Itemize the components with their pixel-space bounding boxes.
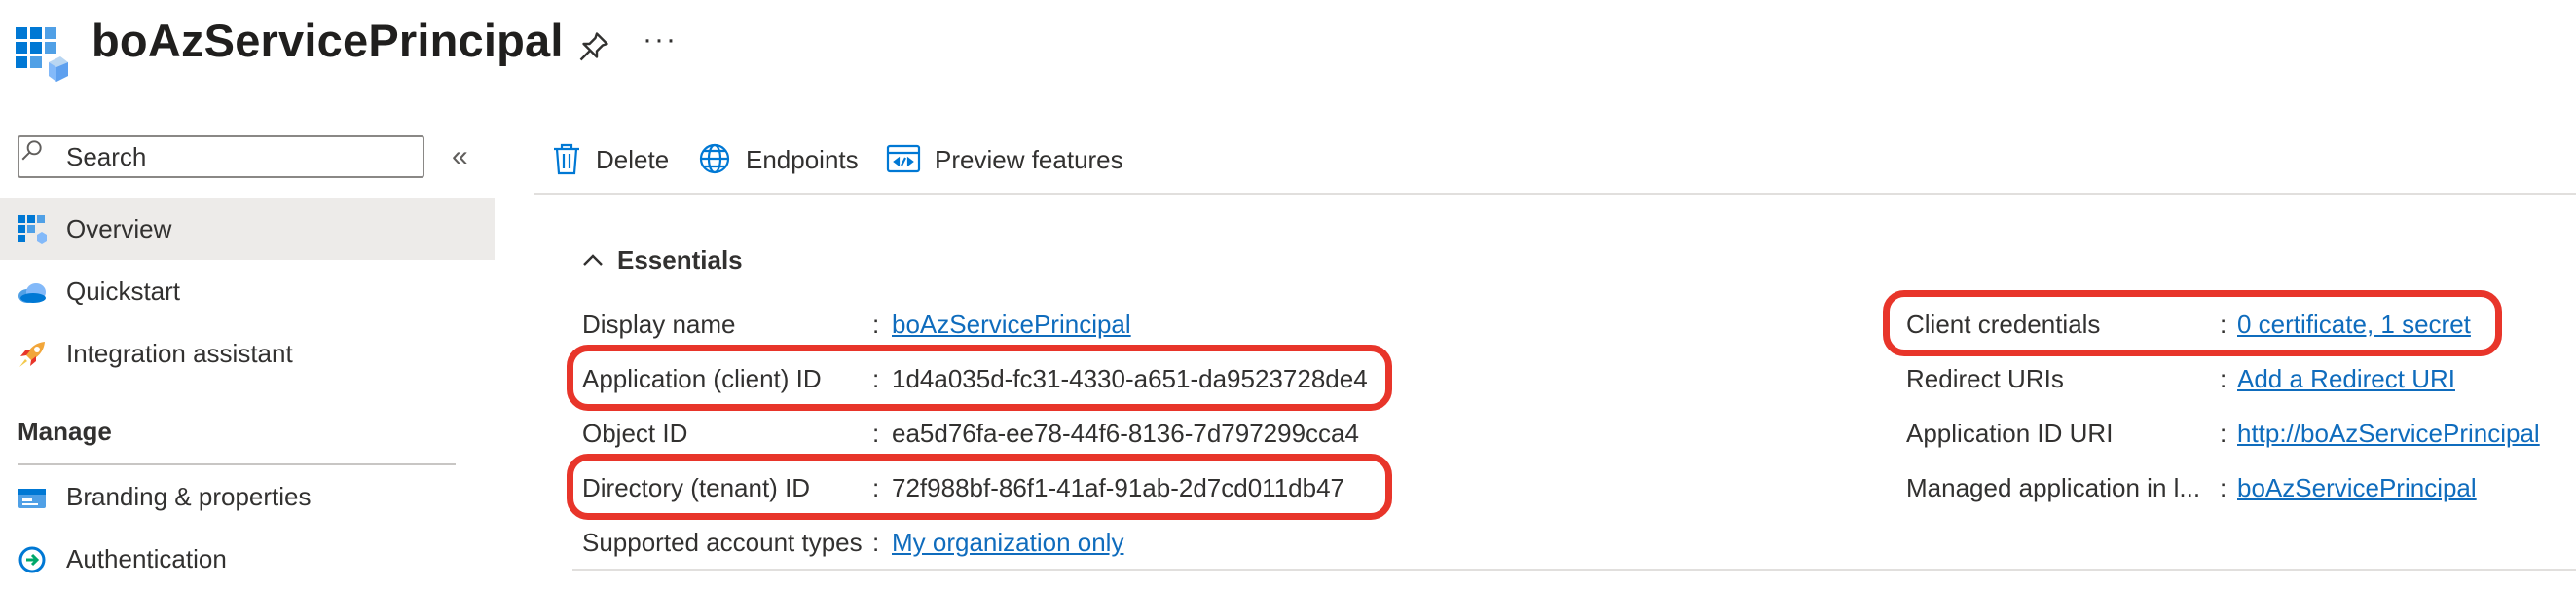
preview-features-button[interactable]: Preview features xyxy=(886,135,1129,184)
supported-account-types-label: Supported account types xyxy=(582,528,863,557)
colon: : xyxy=(2220,364,2227,393)
sidebar-item-branding-properties[interactable]: Branding & properties xyxy=(0,465,495,528)
colon: : xyxy=(872,528,880,557)
delete-label: Delete xyxy=(596,145,670,174)
colon: : xyxy=(872,419,880,448)
sidebar-item-authentication[interactable]: Authentication xyxy=(0,528,495,590)
search-box[interactable] xyxy=(18,135,424,178)
display-name-label: Display name xyxy=(582,310,736,339)
preview-features-icon xyxy=(886,144,921,173)
authentication-icon xyxy=(18,546,46,573)
application-id-uri-label: Application ID URI xyxy=(1906,419,2114,448)
colon: : xyxy=(2220,419,2227,448)
preview-features-label: Preview features xyxy=(935,145,1123,174)
cloud-icon xyxy=(18,283,46,303)
display-name-link[interactable]: boAzServicePrincipal xyxy=(892,310,1131,340)
colon: : xyxy=(872,310,880,339)
globe-icon xyxy=(699,143,730,174)
sidebar-item-overview[interactable]: Overview xyxy=(0,198,495,260)
sidebar-item-label: Integration assistant xyxy=(66,339,293,368)
sidebar-item-label: Authentication xyxy=(66,544,227,573)
rocket-icon xyxy=(19,342,45,367)
object-id-value: ea5d76fa-ee78-44f6-8136-7d797299cca4 xyxy=(892,419,1359,448)
endpoints-button[interactable]: Endpoints xyxy=(697,135,863,184)
trash-icon xyxy=(554,143,579,175)
sidebar-item-label: Branding & properties xyxy=(66,482,312,511)
manage-section-heading: Manage xyxy=(18,417,112,446)
colon: : xyxy=(2220,473,2227,502)
essentials-heading: Essentials xyxy=(617,245,743,275)
toolbar-divider xyxy=(534,193,2576,195)
sidebar-item-integration-assistant[interactable]: Integration assistant xyxy=(0,322,495,385)
sidebar-item-label: Overview xyxy=(66,214,172,243)
essentials-toggle[interactable]: Essentials xyxy=(582,243,777,278)
redirect-uris-label: Redirect URIs xyxy=(1906,364,2064,393)
supported-account-types-link[interactable]: My organization only xyxy=(892,528,1123,558)
branding-icon xyxy=(18,489,46,508)
sidebar-item-label: Quickstart xyxy=(66,277,181,306)
more-options-icon[interactable]: ··· xyxy=(643,23,678,56)
delete-button[interactable]: Delete xyxy=(549,135,676,184)
highlight-client-id xyxy=(567,345,1392,411)
managed-application-label: Managed application in l... xyxy=(1906,473,2201,502)
endpoints-label: Endpoints xyxy=(746,145,859,174)
sidebar-item-quickstart[interactable]: Quickstart xyxy=(0,260,495,322)
highlight-client-credentials xyxy=(1883,290,2502,356)
chevron-up-icon xyxy=(583,254,603,266)
search-input[interactable] xyxy=(66,142,407,171)
application-id-uri-link[interactable]: http://boAzServicePrincipal xyxy=(2237,419,2540,449)
page-title: boAzServicePrincipal xyxy=(92,15,564,66)
highlight-tenant-id xyxy=(567,454,1392,520)
object-id-label: Object ID xyxy=(582,419,688,448)
collapse-sidebar-icon[interactable]: « xyxy=(452,140,468,173)
managed-application-link[interactable]: boAzServicePrincipal xyxy=(2237,473,2477,503)
pin-icon[interactable] xyxy=(576,29,611,64)
redirect-uris-link[interactable]: Add a Redirect URI xyxy=(2237,364,2455,394)
app-registration-icon xyxy=(16,27,68,88)
essentials-divider xyxy=(572,569,2576,571)
grid-icon xyxy=(18,215,47,244)
search-icon xyxy=(21,140,42,161)
